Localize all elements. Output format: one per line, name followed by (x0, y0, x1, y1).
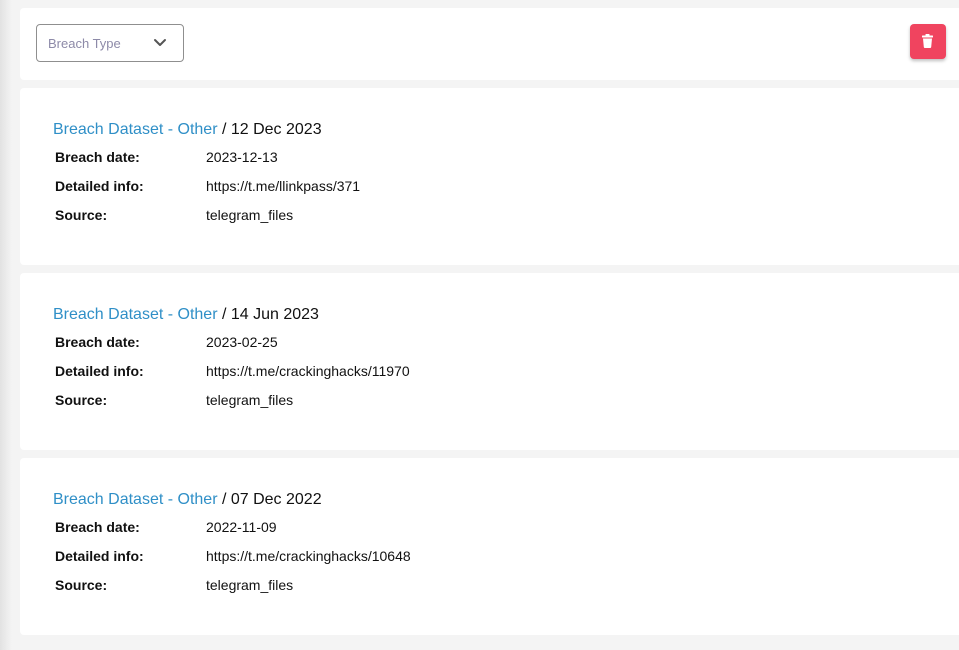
detailed-info-label: Detailed info: (55, 548, 144, 564)
dataset-link[interactable]: Breach Dataset - Other (53, 306, 218, 323)
breach-record-card: Breach Dataset - Other / 07 Dec 2022 Bre… (20, 458, 959, 635)
record-title: Breach Dataset - Other / 07 Dec 2022 (53, 491, 322, 509)
breach-record-card: Breach Dataset - Other / 14 Jun 2023 Bre… (20, 273, 959, 450)
filter-toolbar: Breach Type (20, 8, 959, 80)
breach-date-label: Breach date: (55, 149, 140, 165)
dataset-link[interactable]: Breach Dataset - Other (53, 121, 218, 138)
trash-icon (922, 34, 933, 48)
dataset-link[interactable]: Breach Dataset - Other (53, 491, 218, 508)
source-value: telegram_files (206, 577, 294, 593)
record-date: 12 Dec 2023 (230, 121, 322, 138)
detailed-info-value: https://t.me/crackinghacks/11970 (206, 363, 410, 379)
breach-date-value: 2023-02-25 (206, 334, 278, 350)
source-value: telegram_files (206, 392, 294, 408)
detailed-info-label: Detailed info: (55, 363, 144, 379)
title-separator: / (217, 306, 231, 323)
record-title: Breach Dataset - Other / 14 Jun 2023 (53, 306, 319, 324)
breach-date-label: Breach date: (55, 334, 140, 350)
breach-type-placeholder: Breach Type (48, 36, 121, 51)
detailed-info-value: https://t.me/crackinghacks/10648 (206, 548, 411, 564)
detailed-info-label: Detailed info: (55, 178, 144, 194)
chevron-down-icon (154, 39, 166, 46)
source-label: Source: (55, 392, 108, 408)
record-date: 07 Dec 2022 (230, 491, 322, 508)
delete-button[interactable] (910, 24, 946, 59)
record-title: Breach Dataset - Other / 12 Dec 2023 (53, 121, 322, 139)
source-value: telegram_files (206, 207, 294, 223)
source-label: Source: (55, 577, 108, 593)
breach-date-value: 2023-12-13 (206, 149, 278, 165)
breach-date-label: Breach date: (55, 519, 140, 535)
breach-date-value: 2022-11-09 (206, 519, 277, 535)
breach-type-select[interactable]: Breach Type (36, 24, 184, 62)
title-separator: / (217, 121, 231, 138)
record-date: 14 Jun 2023 (230, 306, 319, 323)
sidebar-edge (0, 0, 12, 650)
source-label: Source: (55, 207, 108, 223)
breach-record-card: Breach Dataset - Other / 12 Dec 2023 Bre… (20, 88, 959, 265)
detailed-info-value: https://t.me/llinkpass/371 (206, 178, 361, 194)
title-separator: / (217, 491, 231, 508)
